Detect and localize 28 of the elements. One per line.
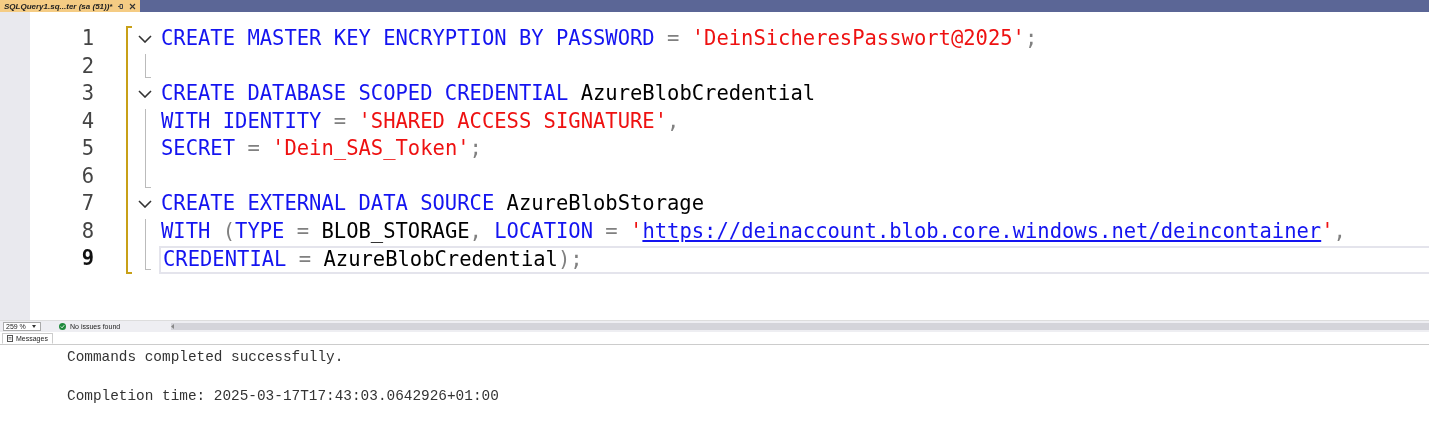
line-number: 2 [80,53,94,80]
close-icon[interactable] [129,2,137,10]
message-text: Completion time: 2025-03-17T17:43:03.0642926+01:00 [67,387,500,406]
code-line: CREATE MASTER KEY ENCRYPTION BY PASSWORD = 'DeinSicheresPasswort@2025'; [160,26,1039,52]
document-tab[interactable]: SQLQuery1.sq...ter (sa (51))* [0,0,141,12]
line-number: 9 [80,246,94,272]
horizontal-scrollbar[interactable] [171,323,1429,330]
current-code-line: CREDENTIAL = AzureBlobCredential); [159,246,1429,274]
message-text: Commands completed successfully. [67,348,345,367]
line-number: 4 [80,108,94,135]
code-line: CREATE EXTERNAL DATA SOURCE AzureBlobStorage [160,191,706,217]
line-number: 1 [80,26,94,52]
line-number: 7 [80,191,94,217]
dropdown-caret-icon [31,325,36,328]
message-icon [7,335,13,342]
collapse-chevron-icon[interactable] [138,35,152,43]
code-line: CREATE DATABASE SCOPED CREDENTIAL AzureBlobCredential [160,81,817,107]
collapse-chevron-icon[interactable] [138,90,152,98]
line-number: 6 [80,163,94,190]
code-line: SECRET = 'Dein_SAS_Token'; [160,136,483,162]
line-number: 8 [80,218,94,245]
url-link[interactable]: https://deinaccount.blob.core.windows.net/deincontainer [642,218,1322,243]
code-line: WITH (TYPE = BLOB_STORAGE, LOCATION = 'https://deinaccount.blob.core.windows.net/deincontainer', [160,218,1347,245]
line-number: 3 [80,81,94,107]
line-number: 5 [80,136,94,162]
code-line: WITH IDENTITY = 'SHARED ACCESS SIGNATURE', [160,108,681,135]
collapse-chevron-icon[interactable] [138,200,152,208]
pin-icon[interactable] [117,2,125,10]
